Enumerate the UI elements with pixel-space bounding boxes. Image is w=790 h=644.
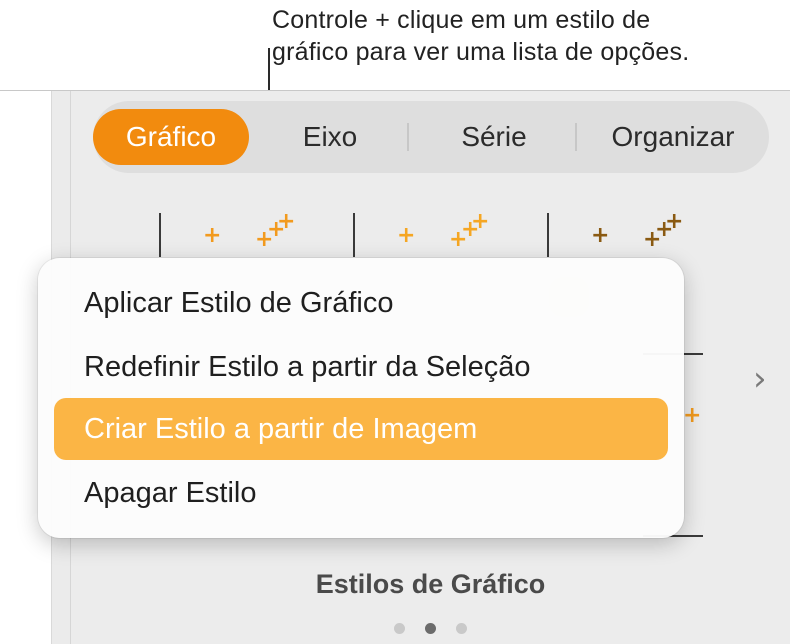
page-indicator — [71, 621, 790, 639]
plus-marker-icon: + — [683, 403, 702, 428]
section-title: Estilos de Gráfico — [315, 569, 546, 599]
inspector-tab-bar: Gráfico Eixo Série Organizar — [93, 101, 769, 173]
page-dot[interactable] — [456, 623, 468, 634]
tab-serie[interactable]: Série — [411, 109, 577, 165]
chevron-right-icon[interactable]: › — [753, 359, 767, 399]
swatch-axis — [159, 213, 161, 257]
page-dot[interactable] — [393, 623, 405, 634]
tab-grafico[interactable]: Gráfico — [93, 109, 249, 165]
callout-line-2: gráfico para ver uma lista de opções. — [272, 38, 690, 66]
swatch-axis — [353, 213, 355, 257]
tab-eixo[interactable]: Eixo — [255, 109, 405, 165]
page-dot-active[interactable] — [425, 623, 436, 634]
tab-separator — [575, 123, 577, 151]
plus-marker-icon: + — [397, 223, 416, 248]
menu-item-delete-style[interactable]: Apagar Estilo — [54, 462, 668, 524]
menu-item-create-style-from-image[interactable]: Criar Estilo a partir de Imagem — [54, 398, 668, 460]
plus-marker-icon: + — [591, 223, 610, 248]
callout-text: Controle + clique em um estilo de gráfic… — [272, 4, 772, 68]
swatch-axis — [547, 213, 549, 257]
context-menu: Aplicar Estilo de Gráfico Redefinir Esti… — [38, 258, 684, 538]
menu-item-apply-style[interactable]: Aplicar Estilo de Gráfico — [54, 272, 668, 334]
plus-marker-icon: + — [277, 209, 296, 234]
plus-marker-icon: + — [471, 209, 490, 234]
tab-organizar[interactable]: Organizar — [579, 109, 767, 165]
menu-item-redefine-style[interactable]: Redefinir Estilo a partir da Seleção — [54, 336, 668, 398]
plus-marker-icon: + — [203, 223, 222, 248]
plus-marker-icon: + — [665, 209, 684, 234]
callout-line-1: Controle + clique em um estilo de — [272, 6, 651, 34]
tab-separator — [407, 123, 409, 151]
